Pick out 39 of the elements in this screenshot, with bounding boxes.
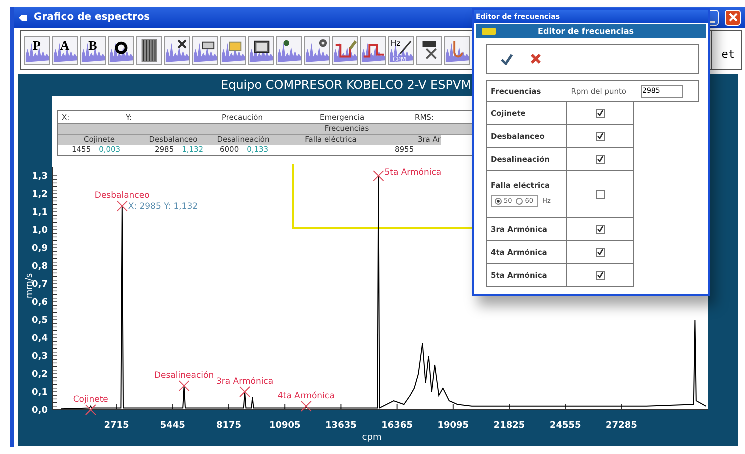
side-button[interactable]: et: [712, 30, 742, 70]
toolbar-button[interactable]: P: [24, 36, 50, 64]
y-tick-label: 0,2: [32, 370, 48, 380]
y-tick-label: 0,3: [32, 352, 48, 362]
peak-label: Desalineación: [154, 371, 214, 382]
x-tick-label: 27285: [606, 421, 638, 431]
peak-label: Cojinete: [73, 395, 108, 405]
y-tick-label: 0,4: [32, 334, 48, 344]
x-tick-label: 2715: [104, 421, 130, 431]
x-tick-label: 21825: [494, 421, 526, 431]
dialog-header-title: Editor de frecuencias: [537, 26, 635, 36]
x-tick-label: 5445: [160, 421, 186, 431]
peak-label: Desbalanceo: [94, 191, 150, 202]
x-tick-label: 10905: [269, 421, 301, 431]
peak-label: 3ra Armónica: [216, 377, 274, 387]
peak-label: 5ta Armónica: [384, 168, 442, 178]
y-tick-label: 0,7: [32, 280, 48, 290]
toolbar-button[interactable]: A: [52, 36, 78, 64]
y-tick-label: 1,3: [32, 172, 48, 182]
window-title: Grafico de espectros: [34, 12, 150, 23]
y-tick-label: 0,9: [32, 244, 48, 254]
x-tick-label: 16365: [382, 421, 413, 431]
y-tick-label: 0,5: [32, 316, 48, 326]
x-axis-title: cpm: [362, 433, 382, 443]
y-tick-label: 0,0: [32, 406, 48, 416]
y-tick-label: 1,1: [32, 208, 48, 218]
y-tick-label: 1,0: [32, 226, 48, 236]
x-tick-label: 13635: [326, 421, 357, 431]
x-tick-label: 19095: [438, 421, 470, 431]
peak-label: 4ta Armónica: [278, 391, 335, 402]
y-tick-label: 0,8: [32, 262, 48, 272]
y-tick-label: 1,2: [32, 190, 48, 200]
chart-title: Equipo COMPRESOR KOBELCO 2-V ESPVM: [221, 78, 472, 92]
x-tick-label: 24555: [550, 421, 582, 431]
toolbar-button[interactable]: B: [80, 36, 106, 64]
y-tick-label: 0,6: [32, 298, 48, 308]
y-tick-label: 0,1: [32, 388, 48, 398]
x-tick-label: 8175: [216, 421, 242, 431]
cursor-readout: X: 2985 Y: 1,132: [128, 202, 198, 212]
